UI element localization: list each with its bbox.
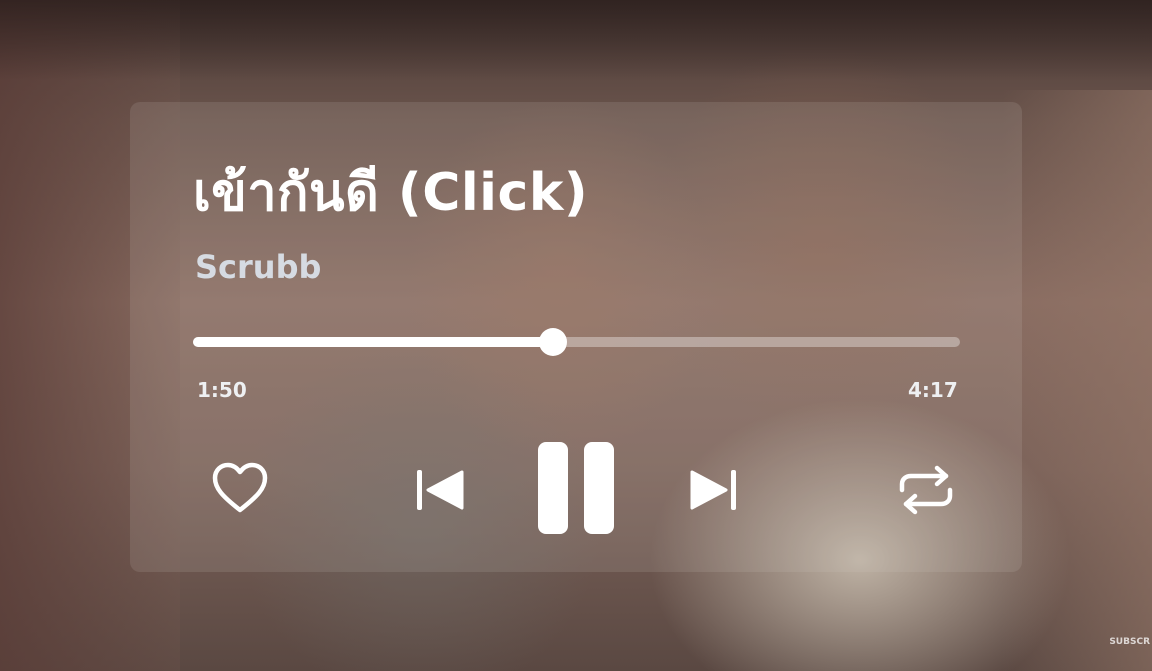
previous-track-button[interactable] bbox=[412, 462, 468, 518]
elapsed-time: 1:50 bbox=[197, 378, 247, 402]
like-button[interactable] bbox=[210, 460, 270, 516]
background-shade-right bbox=[1002, 90, 1152, 671]
pause-button[interactable] bbox=[536, 440, 618, 536]
skip-previous-icon bbox=[412, 462, 468, 518]
next-track-button[interactable] bbox=[686, 462, 742, 518]
total-duration: 4:17 bbox=[908, 378, 958, 402]
watermark-text: SUBSCR bbox=[1109, 637, 1150, 647]
progress-thumb[interactable] bbox=[538, 328, 567, 356]
song-title: เข้ากันดี (Click) bbox=[193, 163, 589, 223]
pause-icon bbox=[536, 440, 618, 536]
repeat-icon bbox=[896, 464, 956, 516]
background-shade-top bbox=[0, 0, 1152, 80]
artist-name: Scrubb bbox=[195, 248, 322, 286]
repeat-button[interactable] bbox=[896, 464, 956, 516]
skip-next-icon bbox=[686, 462, 742, 518]
progress-bar[interactable] bbox=[193, 328, 960, 356]
heart-icon bbox=[210, 460, 270, 516]
progress-fill bbox=[193, 337, 553, 347]
